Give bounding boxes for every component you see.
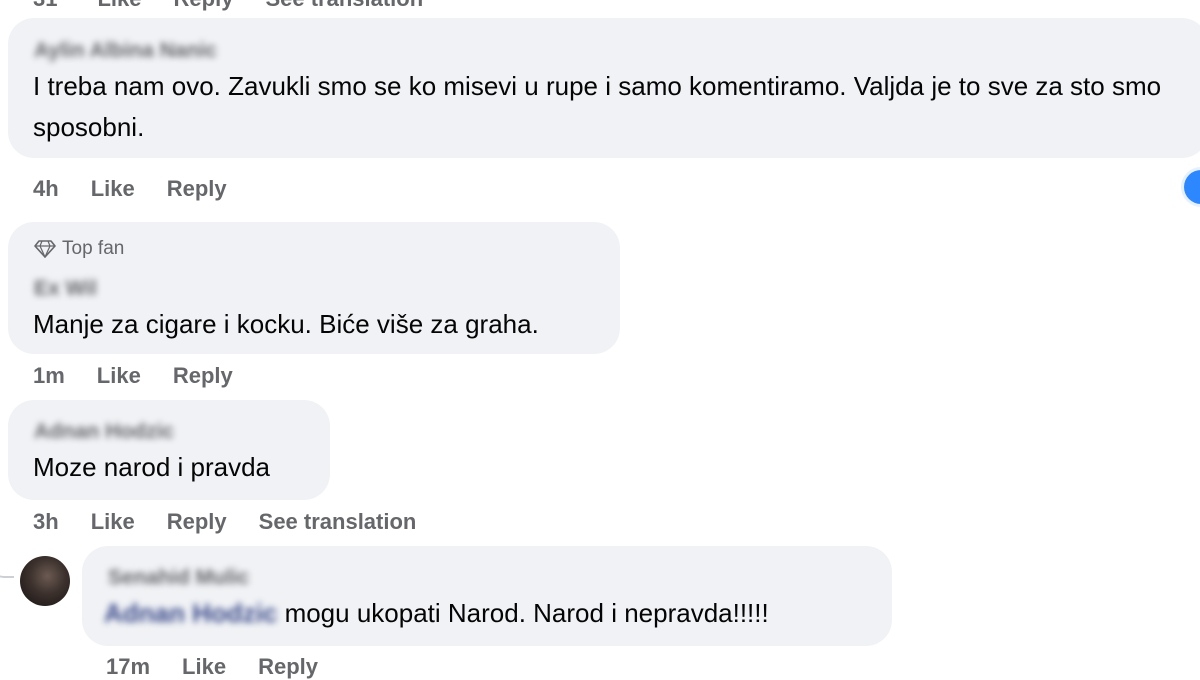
diamond-icon (34, 240, 56, 258)
see-translation-link[interactable]: See translation (265, 0, 423, 12)
reply-text: Adnan Hodzic mogu ukopati Narod. Narod i… (104, 593, 769, 634)
top-fan-badge: Top fan (34, 238, 124, 260)
comment-actions-partial: 31 Like Reply See translation (33, 0, 423, 12)
comment-actions: 3h Like Reply See translation (33, 509, 416, 535)
reply-button[interactable]: Reply (258, 654, 318, 680)
comment-text: Moze narod i pravda (33, 452, 271, 482)
comment-bubble: Adnan Hodzic Moze narod i pravda (8, 400, 330, 500)
comment-actions: 1m Like Reply (33, 363, 233, 389)
reply-author[interactable]: Senahid Mulic (108, 566, 249, 590)
reply-button[interactable]: Reply (167, 176, 227, 202)
comment-author[interactable]: Aylin Albina Nanic (34, 39, 217, 63)
reply-button[interactable]: Reply (174, 0, 234, 12)
reply-actions: 17m Like Reply (106, 654, 318, 680)
like-button[interactable]: Like (91, 509, 135, 535)
comment-actions: 4h Like Reply (33, 176, 227, 202)
reply-button[interactable]: Reply (173, 363, 233, 389)
reply-thread-line (0, 520, 14, 578)
comment-author[interactable]: Ex Wil (34, 277, 97, 301)
comment-bubble: Top fan Ex Wil Manje za cigare i kocku. … (8, 222, 620, 354)
comment-time[interactable]: 4h (33, 176, 59, 202)
comment-author[interactable]: Adnan Hodzic (34, 420, 174, 444)
like-button[interactable]: Like (182, 654, 226, 680)
comment-time: 31 (33, 0, 57, 12)
comment-text: Manje za cigare i kocku. Biće više za gr… (33, 309, 539, 339)
reply-bubble: Senahid Mulic Adnan Hodzic mogu ukopati … (82, 546, 892, 646)
reply-button[interactable]: Reply (167, 509, 227, 535)
like-button[interactable]: Like (97, 363, 141, 389)
top-fan-label: Top fan (62, 238, 125, 259)
comment-time[interactable]: 3h (33, 509, 59, 535)
reply-time[interactable]: 17m (106, 654, 150, 680)
scroll-indicator-icon[interactable] (1184, 170, 1200, 204)
comment-bubble: Aylin Albina Nanic I treba nam ovo. Zavu… (8, 18, 1200, 158)
comment-text: I treba nam ovo. Zavukli smo se ko misev… (33, 71, 1162, 142)
comment-time[interactable]: 1m (33, 363, 65, 389)
like-button[interactable]: Like (91, 176, 135, 202)
mention-link[interactable]: Adnan Hodzic (104, 598, 277, 628)
see-translation-link[interactable]: See translation (259, 509, 417, 535)
reply-body: mogu ukopati Narod. Narod i nepravda!!!!… (277, 598, 769, 628)
like-button[interactable]: Like (97, 0, 141, 12)
avatar[interactable] (20, 556, 70, 606)
